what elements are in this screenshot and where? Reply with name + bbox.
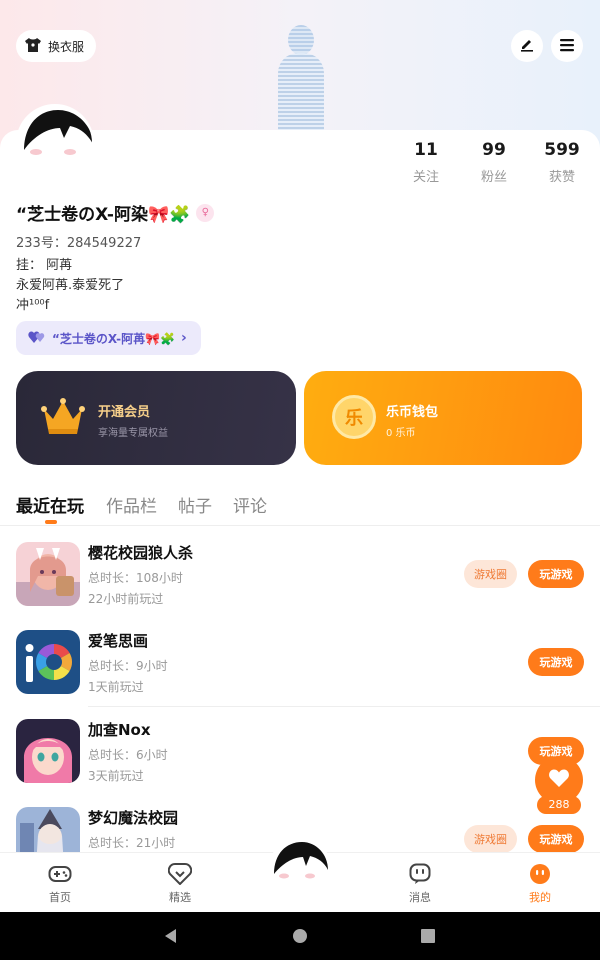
game-meta: 总时长：108小时 22小时前玩过: [88, 568, 183, 610]
linked-profile-label: “芝士卷のX-阿苒🎀🧩: [52, 331, 176, 346]
list-item[interactable]: 樱花校园狼人杀 总时长：108小时 22小时前玩过 游戏圈 玩游戏: [0, 542, 600, 630]
gender-badge-icon: ♀: [196, 203, 215, 222]
game-icon-gacha-nox: [16, 719, 80, 783]
like-count: 288: [537, 796, 581, 814]
avatar-figure-body: [278, 53, 324, 133]
nav-mine[interactable]: 我的: [510, 863, 570, 905]
wallet-card[interactable]: 乐 乐币钱包 0 乐币: [304, 371, 582, 465]
nav-featured[interactable]: 精选: [150, 863, 210, 905]
stat-fans[interactable]: 99 粉丝: [464, 140, 524, 185]
wallet-balance: 0 乐币: [386, 428, 416, 439]
stat-likes[interactable]: 599 获赞: [532, 140, 592, 185]
tab-recent[interactable]: 最近在玩: [16, 492, 84, 517]
list-item[interactable]: 加查Nox 总时长：6小时 3天前玩过 玩游戏: [0, 719, 600, 807]
row-divider: [88, 706, 600, 707]
game-name: 梦幻魔法校园: [88, 809, 179, 827]
vip-card[interactable]: 开通会员 享海量专属权益: [16, 371, 296, 465]
home-circle-icon[interactable]: [292, 928, 308, 948]
game-icon-sakura: [16, 542, 80, 606]
bio-line: 永爱阿苒.泰爱死了: [16, 278, 125, 293]
back-triangle-icon[interactable]: [163, 928, 179, 948]
game-name: 加查Nox: [88, 721, 151, 739]
smile-face-icon: [528, 863, 552, 885]
stat-fans-label: 粉丝: [480, 170, 507, 185]
nav-home[interactable]: 首页: [30, 863, 90, 905]
game-icon-magic-school: [16, 807, 80, 852]
linked-profile-chip[interactable]: “芝士卷のX-阿苒🎀🧩 ›: [16, 321, 201, 355]
nav-center-avatar[interactable]: [268, 838, 332, 902]
crown-icon: [40, 397, 86, 441]
play-game-button[interactable]: 玩游戏: [528, 825, 584, 852]
chat-bubble-icon: [408, 863, 432, 885]
nickname-text: “芝士卷のX-阿染🎀🧩: [16, 205, 191, 225]
tab-works[interactable]: 作品栏: [106, 492, 157, 517]
heart-shield-icon: [168, 863, 192, 885]
play-game-button[interactable]: 玩游戏: [528, 560, 584, 588]
change-outfit-label: 换衣服: [48, 39, 85, 54]
game-meta: 总时长：21小时: [88, 833, 175, 852]
gamepad-icon: [48, 863, 72, 885]
nav-messages[interactable]: 消息: [390, 863, 450, 905]
stat-following-value: 11: [414, 140, 438, 160]
nav-messages-label: 消息: [409, 891, 431, 904]
game-last-played: 22小时前玩过: [88, 592, 164, 606]
stat-likes-label: 获赞: [548, 170, 575, 185]
list-item[interactable]: 爱笔思画 总时长：9小时 1天前玩过 玩游戏: [0, 630, 600, 718]
shirt-icon: [24, 37, 42, 56]
avatar-figure[interactable]: [270, 25, 330, 135]
bio-line: 冲¹⁰⁰f: [16, 298, 50, 313]
game-circle-button[interactable]: 游戏圈: [464, 825, 517, 852]
game-name: 爱笔思画: [88, 632, 149, 650]
tab-divider: [0, 525, 600, 526]
game-total-time: 总时长：108小时: [88, 571, 183, 585]
play-game-button[interactable]: 玩游戏: [528, 648, 584, 676]
stat-likes-value: 599: [544, 140, 580, 160]
system-nav-bar: [0, 912, 600, 960]
bio: 挂： 阿苒 永爱阿苒.泰爱死了 冲¹⁰⁰f: [16, 256, 124, 316]
recents-square-icon[interactable]: [420, 928, 436, 948]
tab-posts[interactable]: 帖子: [178, 492, 212, 517]
stat-following-label: 关注: [412, 170, 439, 185]
nav-featured-label: 精选: [169, 891, 191, 904]
user-id: 233号：284549227: [16, 236, 142, 251]
pencil-icon: [519, 36, 535, 56]
nav-home-label: 首页: [49, 891, 71, 904]
game-name: 樱花校园狼人杀: [88, 544, 194, 562]
avatar[interactable]: [16, 104, 94, 182]
nickname: “芝士卷のX-阿染🎀🧩 ♀: [16, 200, 215, 225]
coin-icon: 乐: [332, 395, 376, 439]
game-last-played: 3天前玩过: [88, 769, 144, 783]
stat-fans-value: 99: [482, 140, 506, 160]
vip-title: 开通会员: [98, 405, 151, 420]
change-outfit-button[interactable]: 换衣服: [16, 30, 97, 62]
double-heart-icon: [28, 330, 46, 347]
game-total-time: 总时长：6小时: [88, 748, 168, 762]
hamburger-icon: [559, 37, 575, 56]
game-total-time: 总时长：21小时: [88, 836, 176, 850]
game-total-time: 总时长：9小时: [88, 659, 168, 673]
game-meta: 总时长：9小时 1天前玩过: [88, 656, 168, 698]
game-last-played: 1天前玩过: [88, 680, 144, 694]
tab-active-indicator: [45, 520, 57, 524]
game-circle-button[interactable]: 游戏圈: [464, 560, 517, 588]
game-icon-ibispaint: [16, 630, 80, 694]
tab-comments[interactable]: 评论: [233, 492, 267, 517]
bio-line: 挂： 阿苒: [16, 258, 73, 273]
wallet-title: 乐币钱包: [386, 405, 439, 420]
heart-icon: [548, 768, 570, 792]
chevron-right-icon: ›: [181, 330, 187, 346]
stat-following[interactable]: 11 关注: [396, 140, 456, 185]
menu-button[interactable]: [551, 30, 583, 62]
edit-profile-button[interactable]: [511, 30, 543, 62]
nav-mine-label: 我的: [529, 891, 551, 904]
avatar-figure-head: [288, 25, 314, 55]
vip-subtitle: 享海量专属权益: [98, 428, 168, 439]
game-meta: 总时长：6小时 3天前玩过: [88, 745, 168, 787]
